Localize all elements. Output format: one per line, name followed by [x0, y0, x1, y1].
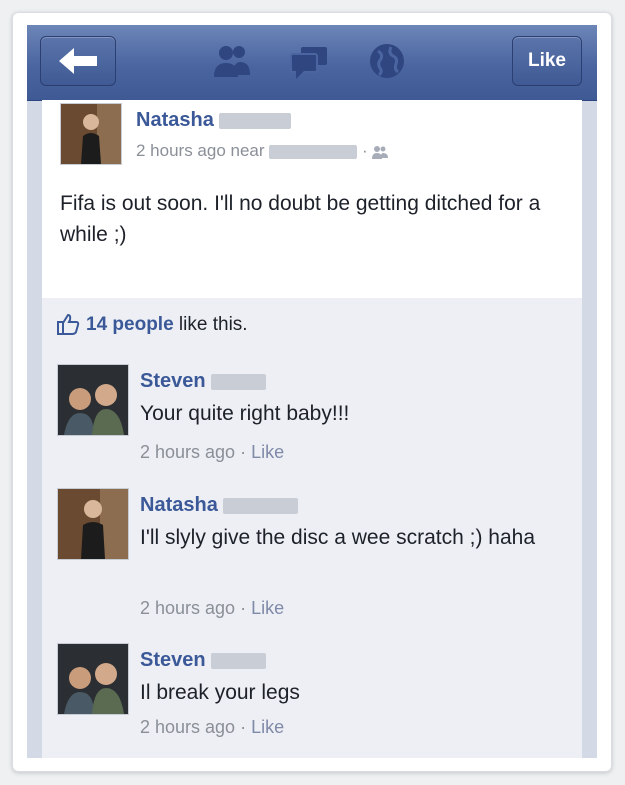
comment: Steven Your quite right baby!!! 2 hours …: [42, 364, 582, 474]
likes-summary[interactable]: 14 people like this.: [42, 298, 582, 351]
status-post: Natasha 2 hours ago near · Fifa is out s…: [42, 100, 582, 299]
avatar[interactable]: [60, 103, 122, 165]
comment-like-link[interactable]: Like: [251, 442, 284, 462]
back-button[interactable]: [40, 36, 116, 86]
comments-list: Steven Your quite right baby!!! 2 hours …: [42, 350, 582, 758]
like-button[interactable]: Like: [512, 36, 582, 86]
comment-author-name[interactable]: Steven: [140, 370, 267, 393]
messages-icon[interactable]: [289, 41, 329, 81]
post-meta: 2 hours ago near ·: [136, 141, 389, 161]
comment-like-link[interactable]: Like: [251, 598, 284, 618]
friends-icon[interactable]: [212, 41, 252, 81]
comment: Steven Il break your legs 2 hours ago · …: [42, 643, 582, 753]
globe-icon[interactable]: [367, 41, 407, 81]
phone-screen: Like Natasha 2 hours ago near · Fifa is …: [27, 25, 597, 758]
comment-meta: 2 hours ago · Like: [140, 717, 285, 737]
comment-like-link[interactable]: Like: [251, 717, 284, 737]
comment-meta: 2 hours ago · Like: [140, 598, 285, 618]
comment-text: Your quite right baby!!!: [140, 402, 350, 425]
avatar[interactable]: [57, 364, 129, 436]
avatar[interactable]: [57, 643, 129, 715]
comment-meta: 2 hours ago · Like: [140, 442, 285, 462]
top-navbar: Like: [27, 25, 597, 101]
likes-count[interactable]: 14 people: [86, 314, 174, 335]
likes-text: 14 people like this.: [86, 314, 248, 335]
comment: Natasha I'll slyly give the disc a wee s…: [42, 488, 582, 638]
comment-text: Il break your legs: [140, 681, 300, 704]
post-text: Fifa is out soon. I'll no doubt be getti…: [60, 192, 541, 246]
back-arrow-icon: [59, 48, 97, 74]
post-author-name[interactable]: Natasha: [136, 109, 292, 132]
avatar[interactable]: [57, 488, 129, 560]
comment-author-name[interactable]: Natasha: [140, 494, 299, 517]
friends-icon: [372, 145, 389, 159]
comment-author-name[interactable]: Steven: [140, 649, 267, 672]
thumbs-up-icon: [57, 313, 80, 335]
comment-text: I'll slyly give the disc a wee scratch ;…: [140, 526, 536, 549]
